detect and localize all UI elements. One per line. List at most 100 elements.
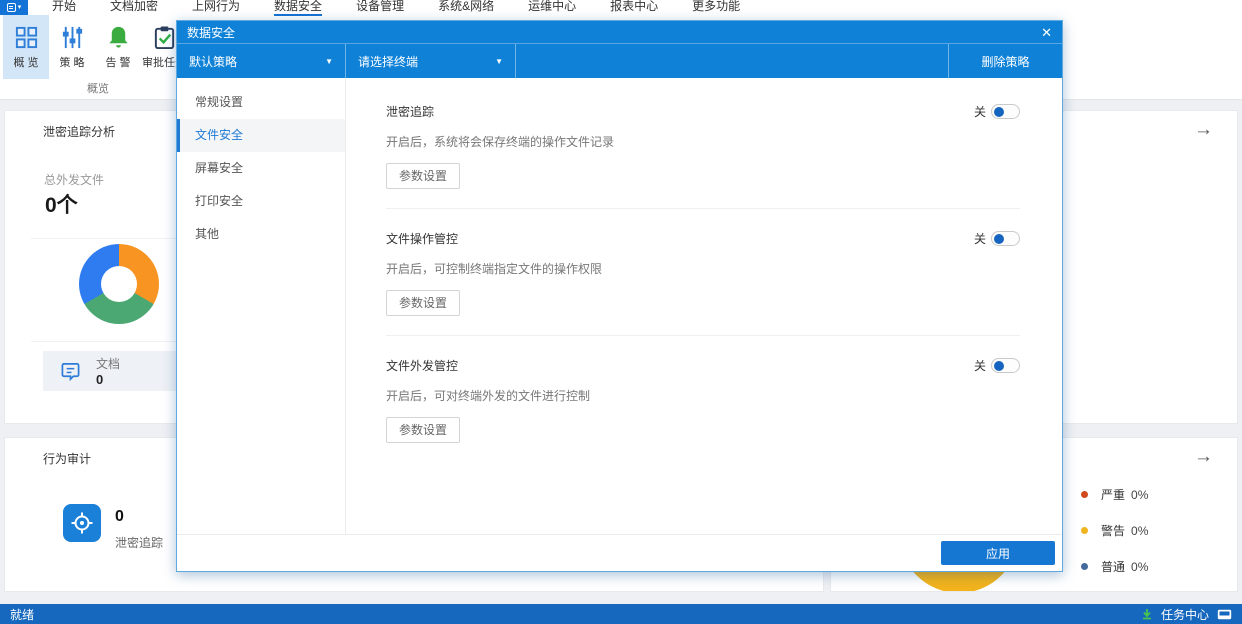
sliders-icon (62, 26, 82, 48)
menu-item-start[interactable]: 开始 (52, 0, 76, 16)
legend-label: 普通 (1101, 560, 1126, 574)
chevron-down-icon: ▼ (325, 56, 333, 66)
sidebar-item-print-security[interactable]: 打印安全 (177, 185, 345, 218)
menu-bar: ▾ 开始 文档加密 上网行为 数据安全 设备管理 系统&网络 运维中心 报表中心… (0, 0, 1242, 16)
file-outgoing-params-button[interactable]: 参数设置 (386, 417, 461, 443)
delete-policy-button[interactable]: 删除策略 (948, 44, 1062, 78)
warning-dot-icon (1081, 527, 1088, 534)
apply-button[interactable]: 应用 (941, 541, 1055, 565)
sidebar-item-screen-security[interactable]: 屏幕安全 (177, 152, 345, 185)
legend-value: 0% (1131, 523, 1149, 538)
target-icon (63, 504, 101, 542)
ribbon-group-label: 概览 (87, 83, 109, 95)
leak-trace-count: 0 (115, 508, 124, 525)
ribbon-item-label: 策 略 (59, 56, 85, 69)
section-description: 开启后，可控制终端指定文件的操作权限 (386, 262, 603, 276)
document-count: 0 (96, 372, 104, 387)
sidebar-item-other[interactable]: 其他 (177, 218, 345, 251)
section-title: 泄密追踪 (386, 105, 435, 119)
file-outgoing-toggle[interactable] (991, 358, 1020, 373)
ribbon-item-label: 概 览 (13, 56, 39, 69)
dialog-titlebar: 数据安全 ✕ (177, 21, 1062, 44)
menu-items: 开始 文档加密 上网行为 数据安全 设备管理 系统&网络 运维中心 报表中心 更… (52, 0, 740, 16)
terminal-dropdown[interactable]: 请选择终端 ▼ (346, 44, 516, 78)
leak-trace-params-button[interactable]: 参数设置 (386, 163, 461, 189)
alert-legend: 严重 0% 警告 0% 普通 0% (1081, 486, 1148, 575)
app-caret-icon: ▾ (17, 4, 22, 11)
legend-item-warning: 警告 0% (1081, 522, 1148, 539)
normal-dot-icon (1081, 563, 1088, 570)
menu-item-device-mgmt[interactable]: 设备管理 (356, 0, 404, 16)
section-description: 开启后，系统将会保存终端的操作文件记录 (386, 135, 615, 149)
outgoing-files-label: 总外发文件 (44, 173, 105, 187)
close-icon[interactable]: ✕ (1041, 26, 1052, 39)
menu-item-ops-center[interactable]: 运维中心 (528, 0, 576, 16)
legend-label: 严重 (1101, 488, 1126, 502)
grid-icon (15, 26, 37, 48)
menu-item-doc-encrypt[interactable]: 文档加密 (110, 0, 158, 16)
toggle-knob (994, 360, 1004, 371)
ribbon-item-alerts[interactable]: 告 警 (95, 15, 141, 79)
file-operation-toggle[interactable] (991, 231, 1020, 246)
dialog-main-panel: 泄密追踪 关 开启后，系统将会保存终端的操作文件记录 参数设置 文件操作管控 关 (346, 78, 1062, 534)
sidebar-item-general[interactable]: 常规设置 (177, 86, 345, 119)
policy-dropdown[interactable]: 默认策略 ▼ (177, 44, 346, 78)
toggle-knob (994, 106, 1004, 117)
section-title: 文件外发管控 (386, 359, 459, 373)
task-center-button[interactable]: 任务中心 (1161, 606, 1209, 623)
toggle-knob (994, 233, 1004, 244)
legend-item-normal: 普通 0% (1081, 558, 1148, 575)
app-grid-icon (6, 3, 16, 12)
section-leak-trace: 泄密追踪 关 开启后，系统将会保存终端的操作文件记录 参数设置 (386, 82, 1020, 209)
leak-trace-toggle[interactable] (991, 104, 1020, 119)
status-bar: 就绪 任务中心 (0, 604, 1242, 624)
dialog-title: 数据安全 (187, 25, 236, 40)
ribbon-item-overview[interactable]: 概 览 (3, 15, 49, 79)
section-description: 开启后，可对终端外发的文件进行控制 (386, 389, 591, 403)
notification-panel-icon[interactable] (1217, 609, 1232, 620)
section-file-outgoing: 文件外发管控 关 开启后，可对终端外发的文件进行控制 参数设置 (386, 336, 1020, 462)
ribbon-item-label: 告 警 (105, 56, 131, 69)
policy-dropdown-value: 默认策略 (189, 54, 238, 69)
menu-item-report-center[interactable]: 报表中心 (610, 0, 658, 16)
download-arrow-icon (1142, 609, 1151, 620)
file-operation-params-button[interactable]: 参数设置 (386, 290, 461, 316)
arrow-right-icon[interactable]: → (1194, 119, 1213, 141)
toggle-state-label: 关 (973, 105, 986, 119)
legend-value: 0% (1131, 559, 1149, 574)
toggle-row: 关 (974, 103, 1020, 120)
dialog-sidebar: 常规设置 文件安全 屏幕安全 打印安全 其他 (177, 78, 346, 534)
status-bar-right: 任务中心 (1141, 606, 1232, 623)
outgoing-files-donut-chart (79, 244, 159, 324)
data-security-dialog: 数据安全 ✕ 默认策略 ▼ 请选择终端 ▼ 删除策略 常规设置 文件安全 屏幕安… (176, 20, 1063, 572)
dialog-body: 常规设置 文件安全 屏幕安全 打印安全 其他 泄密追踪 关 开启后，系统将会保存… (177, 78, 1062, 534)
document-label: 文档 (96, 357, 121, 371)
sidebar-item-file-security[interactable]: 文件安全 (177, 119, 345, 152)
legend-value: 0% (1131, 487, 1149, 502)
app-menu-button[interactable]: ▾ (0, 0, 28, 15)
toggle-row: 关 (974, 230, 1020, 247)
toggle-row: 关 (974, 357, 1020, 374)
section-file-operation: 文件操作管控 关 开启后，可控制终端指定文件的操作权限 参数设置 (386, 209, 1020, 336)
clipboard-check-icon (154, 25, 174, 49)
critical-dot-icon (1081, 491, 1088, 498)
legend-label: 警告 (1101, 524, 1126, 538)
menu-item-data-security[interactable]: 数据安全 (274, 0, 323, 16)
toggle-state-label: 关 (973, 359, 986, 373)
bell-icon (108, 26, 128, 48)
card-title: 泄密追踪分析 (43, 125, 116, 139)
menu-item-web-behavior[interactable]: 上网行为 (192, 0, 240, 16)
terminal-dropdown-placeholder: 请选择终端 (358, 54, 419, 69)
document-stat-texts: 文档 0 (96, 355, 120, 387)
card-title: 行为审计 (43, 452, 92, 466)
legend-item-critical: 严重 0% (1081, 486, 1148, 503)
dialog-toolbar: 默认策略 ▼ 请选择终端 ▼ 删除策略 (177, 44, 1062, 78)
menu-item-more-features[interactable]: 更多功能 (692, 0, 740, 16)
leak-trace-label: 泄密追踪 (115, 536, 164, 550)
ribbon-item-policy[interactable]: 策 略 (49, 15, 95, 79)
toggle-state-label: 关 (973, 232, 986, 246)
arrow-right-icon[interactable]: → (1194, 446, 1213, 468)
menu-item-system-network[interactable]: 系统&网络 (438, 0, 494, 16)
section-title: 文件操作管控 (386, 232, 459, 246)
